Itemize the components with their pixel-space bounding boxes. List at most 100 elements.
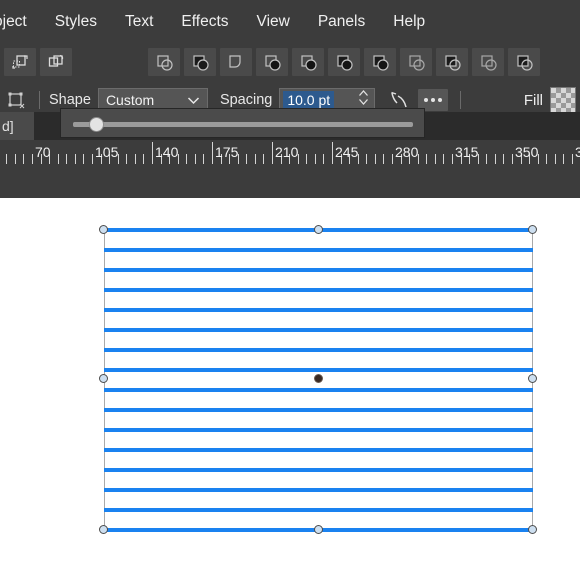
ruler-label: 245 bbox=[335, 144, 359, 160]
boolean-divide-icon[interactable] bbox=[292, 48, 324, 76]
ruler-tick-minor bbox=[66, 154, 67, 164]
ruler-label: 140 bbox=[155, 144, 179, 160]
fill-label: Fill bbox=[523, 91, 543, 109]
menu-help[interactable]: Help bbox=[379, 0, 439, 44]
ruler-tick-minor bbox=[555, 154, 556, 164]
pattern-stroke-line bbox=[104, 348, 533, 352]
handle-middle-right[interactable] bbox=[528, 374, 537, 383]
ruler-tick-major bbox=[272, 142, 273, 164]
options-separator-1 bbox=[39, 91, 40, 109]
ruler-label: 105 bbox=[95, 144, 119, 160]
ruler-tick-minor bbox=[323, 154, 324, 164]
node-transform-icon[interactable] bbox=[2, 86, 30, 114]
ruler-label: 210 bbox=[275, 144, 299, 160]
boolean-unite-icon[interactable] bbox=[472, 48, 504, 76]
handle-bottom-right[interactable] bbox=[528, 525, 537, 534]
pattern-stroke-line bbox=[104, 368, 533, 372]
fill-swatch[interactable] bbox=[550, 87, 576, 113]
options-separator-2 bbox=[460, 91, 462, 109]
ruler-tick-minor bbox=[15, 154, 16, 164]
ruler-label: 70 bbox=[35, 144, 51, 160]
ruler-tick-minor bbox=[392, 154, 393, 164]
handle-top-center[interactable] bbox=[314, 225, 323, 234]
ruler-tick-minor bbox=[452, 154, 453, 164]
handle-bottom-center[interactable] bbox=[314, 525, 323, 534]
horizontal-ruler[interactable]: 70 105 140 175 210 245 280 315 350 385 bbox=[0, 140, 580, 198]
ruler-tick-minor bbox=[126, 154, 127, 164]
handle-top-right[interactable] bbox=[528, 225, 537, 234]
ruler-tick-minor bbox=[503, 154, 504, 164]
shape-selection-layer bbox=[0, 198, 580, 570]
toolbar-boolean-operations bbox=[0, 44, 580, 80]
handle-center-origin[interactable] bbox=[314, 374, 323, 383]
pattern-stroke-line bbox=[104, 488, 533, 492]
ruler-label: 350 bbox=[515, 144, 539, 160]
handle-top-left[interactable] bbox=[99, 225, 108, 234]
transform-move-icon[interactable] bbox=[4, 48, 36, 76]
transform-rotate-icon[interactable] bbox=[40, 48, 72, 76]
menu-bar: ojectStylesTextEffectsViewPanelsHelp bbox=[0, 0, 580, 44]
ruler-tick-minor bbox=[443, 154, 444, 164]
shape-value: Custom bbox=[105, 92, 155, 108]
slider-thumb[interactable] bbox=[89, 117, 104, 132]
ruler-tick-major bbox=[212, 142, 213, 164]
ruler-tick-minor bbox=[195, 154, 196, 164]
pattern-stroke-line bbox=[104, 288, 533, 292]
boolean-outline-icon[interactable] bbox=[400, 48, 432, 76]
ruler-tick-minor bbox=[92, 154, 93, 164]
pattern-stroke-line bbox=[104, 388, 533, 392]
boolean-merge-icon[interactable] bbox=[220, 48, 252, 76]
ruler-tick-minor bbox=[315, 154, 316, 164]
menu-styles[interactable]: Styles bbox=[41, 0, 111, 44]
ruler-tick-minor bbox=[383, 154, 384, 164]
ruler-label: 175 bbox=[215, 144, 239, 160]
boolean-exclude-icon[interactable] bbox=[364, 48, 396, 76]
canvas-area[interactable] bbox=[0, 198, 580, 570]
ruler-tick-minor bbox=[486, 154, 487, 164]
ruler-tick-major bbox=[152, 142, 153, 164]
boolean-crop-icon[interactable] bbox=[508, 48, 540, 76]
handle-bottom-left[interactable] bbox=[99, 525, 108, 534]
boolean-add-icon[interactable] bbox=[148, 48, 180, 76]
boolean-intersect-icon[interactable] bbox=[256, 48, 288, 76]
menu-view[interactable]: View bbox=[243, 0, 304, 44]
ruler-tick-minor bbox=[32, 154, 33, 164]
ruler-label: 280 bbox=[395, 144, 419, 160]
ruler-tick-minor bbox=[58, 154, 59, 164]
chevron-down-icon bbox=[187, 92, 200, 108]
pattern-stroke-line bbox=[104, 428, 533, 432]
handle-middle-left[interactable] bbox=[99, 374, 108, 383]
pattern-stroke-line bbox=[104, 248, 533, 252]
dot-3 bbox=[438, 98, 443, 102]
ruler-tick-minor bbox=[23, 154, 24, 164]
ruler-tick-minor bbox=[135, 154, 136, 164]
menu-project[interactable]: oject bbox=[0, 0, 41, 44]
pattern-stroke-line bbox=[104, 448, 533, 452]
menu-panels[interactable]: Panels bbox=[304, 0, 379, 44]
document-tab[interactable]: d] bbox=[0, 112, 34, 140]
boolean-combine-icon[interactable] bbox=[328, 48, 360, 76]
ruler-tick-minor bbox=[572, 154, 573, 164]
ruler-tick-minor bbox=[186, 154, 187, 164]
spacing-slider-popup bbox=[60, 108, 425, 138]
spacing-value: 10.0 pt bbox=[283, 90, 335, 110]
shape-label: Shape bbox=[49, 92, 91, 108]
slider-track[interactable] bbox=[73, 122, 413, 127]
ruler-tick-minor bbox=[246, 154, 247, 164]
ruler-tick-minor bbox=[203, 154, 204, 164]
ruler-tick-minor bbox=[366, 154, 367, 164]
pattern-stroke-line bbox=[104, 328, 533, 332]
boolean-minus-front-icon[interactable] bbox=[436, 48, 468, 76]
pattern-stroke-line bbox=[104, 508, 533, 512]
ruler-tick-minor bbox=[75, 154, 76, 164]
ruler-tick-minor bbox=[512, 154, 513, 164]
ruler-label: 385 bbox=[575, 144, 580, 160]
spacing-label: Spacing bbox=[219, 92, 273, 108]
menu-effects[interactable]: Effects bbox=[167, 0, 242, 44]
boolean-subtract-icon[interactable] bbox=[184, 48, 216, 76]
ruler-tick-minor bbox=[426, 154, 427, 164]
ruler-tick-minor bbox=[255, 154, 256, 164]
menu-text[interactable]: Text bbox=[111, 0, 167, 44]
dot-1 bbox=[424, 98, 429, 102]
pattern-stroke-line bbox=[104, 408, 533, 412]
